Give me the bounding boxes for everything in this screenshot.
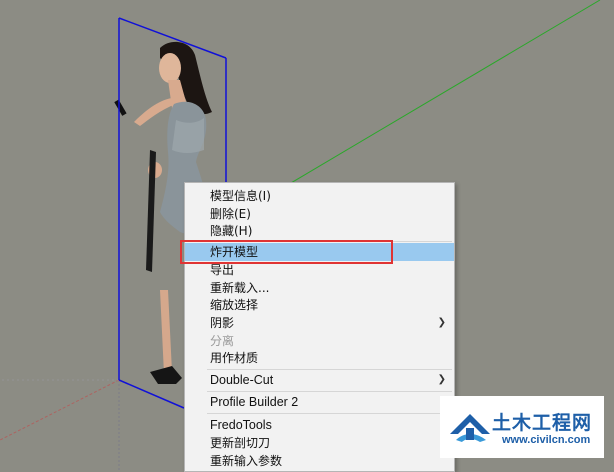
chevron-right-icon: ❯: [437, 374, 446, 385]
sketchup-viewport[interactable]: 模型信息(I) 删除(E) 隐藏(H) 炸开模型 导出 重新载入... 缩放选择…: [0, 0, 614, 472]
watermark-site-name: 土木工程网: [492, 412, 593, 434]
menu-item-entity-info[interactable]: 模型信息(I): [185, 187, 454, 205]
menu-item-delete[interactable]: 删除(E): [185, 205, 454, 223]
menu-item-zoom-selection[interactable]: 缩放选择: [185, 296, 454, 314]
menu-item-reload[interactable]: 重新载入...: [185, 279, 454, 297]
red-axis-line: [0, 379, 120, 441]
civilcn-logo-icon: [450, 414, 490, 442]
menu-item-shadows-label: 阴影: [210, 316, 235, 330]
menu-item-double-cut-label: Double-Cut: [210, 373, 274, 387]
menu-item-profile-builder[interactable]: Profile Builder 2: [185, 393, 454, 411]
menu-separator: [207, 241, 452, 242]
menu-item-explode-model[interactable]: 炸开模型: [185, 243, 454, 261]
dress-highlight: [172, 118, 204, 153]
menu-separator: [207, 369, 452, 370]
menu-item-fredotools[interactable]: FredoTools: [185, 416, 454, 434]
menu-item-hide[interactable]: 隐藏(H): [185, 222, 454, 240]
menu-item-double-cut[interactable]: Double-Cut ❯: [185, 371, 454, 389]
watermark-url: www.civilcn.com: [502, 434, 591, 446]
shoe: [150, 366, 182, 384]
menu-separator: [207, 413, 452, 414]
menu-item-reenter-parameters[interactable]: 重新输入参数: [185, 452, 454, 470]
menu-separator: [207, 391, 452, 392]
menu-item-update-section-cut[interactable]: 更新剖切刀: [185, 434, 454, 452]
menu-item-unglue: 分离: [210, 334, 235, 348]
menu-item-use-as-material[interactable]: 用作材质: [185, 349, 454, 367]
phone: [114, 99, 127, 116]
menu-item-export[interactable]: 导出: [185, 261, 454, 279]
face: [159, 53, 181, 83]
menu-item-shadows[interactable]: 阴影 ❯: [185, 314, 454, 332]
context-menu: 模型信息(I) 删除(E) 隐藏(H) 炸开模型 导出 重新载入... 缩放选择…: [184, 182, 455, 472]
civilcn-watermark: 土木工程网 www.civilcn.com: [440, 396, 604, 458]
bag-strap: [146, 150, 156, 272]
leg: [160, 290, 172, 374]
chevron-right-icon: ❯: [437, 317, 446, 328]
